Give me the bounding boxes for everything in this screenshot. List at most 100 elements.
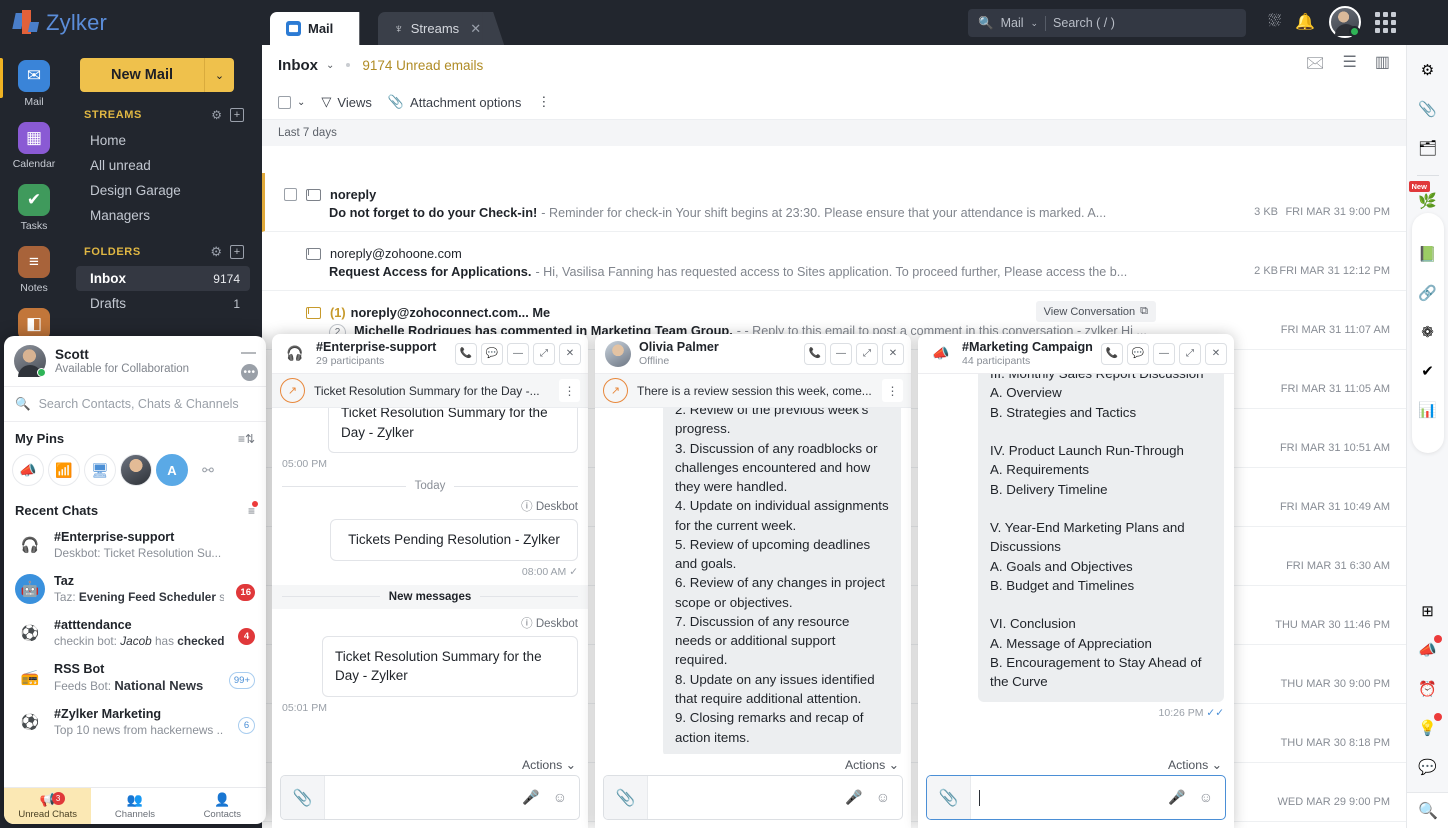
letter-a-pin-icon[interactable]: A [156, 454, 188, 486]
grid-view-icon[interactable]: ▥ [1375, 52, 1390, 79]
checkmark-icon[interactable]: ✔ [1413, 356, 1443, 386]
alarm-icon[interactable]: ⏰ [1413, 674, 1443, 704]
row-checkbox[interactable] [284, 188, 297, 201]
view-conversation-button[interactable]: View Conversation ⧉ [1036, 301, 1156, 322]
flower-icon[interactable]: ❁ [1413, 317, 1443, 347]
person-pin-icon[interactable] [120, 454, 152, 486]
tab-unread-chats[interactable]: 📢 3 Unread Chats [4, 788, 91, 824]
avatar[interactable] [1329, 6, 1361, 38]
message-bubble[interactable]: 2. Review of the previous week's progres… [663, 408, 901, 754]
microphone-icon[interactable]: 🎤 [522, 789, 539, 806]
minimize-icon[interactable]: — [241, 344, 256, 361]
list-item[interactable]: ⚽ #Zylker Marketing Top 10 news from hac… [4, 700, 266, 744]
message-composer[interactable]: 📎 🎤 ☺ [280, 775, 580, 820]
message-icon[interactable]: 💬 [481, 343, 503, 365]
minimize-icon[interactable]: — [507, 343, 529, 365]
filter-chats-icon[interactable]: ≡ [248, 504, 255, 518]
sidebar-item-drafts[interactable]: Drafts 1 [76, 291, 250, 316]
add-note-icon[interactable]: ⊞ [1413, 596, 1443, 626]
attach-icon[interactable]: 📎 [927, 776, 971, 819]
rail-item-notes[interactable]: ≡ Notes [18, 246, 50, 294]
megaphone-pin-icon[interactable]: 📣 [12, 454, 44, 486]
tab-channels[interactable]: 👥 Channels [91, 788, 178, 824]
more-options-icon[interactable]: ⋮ [882, 379, 903, 402]
search-input[interactable]: Search ( / ) [1053, 16, 1115, 30]
attach-icon[interactable]: 📎 [604, 776, 648, 819]
desk-pin-icon[interactable]: 🖥 [84, 454, 116, 486]
emoji-icon[interactable]: ☺ [876, 789, 890, 806]
actions-button[interactable]: Actions ⌄ [918, 754, 1234, 775]
sidebar-item-managers[interactable]: Managers [76, 203, 250, 228]
table-row[interactable]: noreply Do not forget to do your Check-i… [262, 173, 1406, 232]
sidebar-item-home[interactable]: Home [76, 128, 250, 153]
lamp-icon[interactable]: 💡 [1413, 713, 1443, 743]
chat-user-status[interactable]: Available for Collaboration [55, 363, 189, 375]
rail-item-tasks[interactable]: ✔ Tasks [18, 184, 50, 232]
envelope-view-icon[interactable]: 🖂 [1306, 52, 1325, 79]
pinned-message-bar[interactable]: ↗ Ticket Resolution Summary for the Day … [272, 374, 588, 408]
link-icon[interactable]: 🔗 [1413, 278, 1443, 308]
brand-logo[interactable]: Zylker [14, 10, 107, 36]
tab-mail[interactable]: Mail [270, 12, 359, 45]
call-icon[interactable]: 📞 [804, 343, 826, 365]
chat-search[interactable]: 🔍 Search Contacts, Chats & Channels [4, 387, 266, 422]
analytics-icon[interactable]: 📊 [1413, 395, 1443, 425]
close-icon[interactable]: ✕ [1205, 343, 1227, 365]
microphone-icon[interactable]: 🎤 [1168, 789, 1185, 806]
expand-icon[interactable]: ⤢ [856, 343, 878, 365]
views-button[interactable]: ▽Views [321, 94, 371, 110]
chart-pin-icon[interactable]: 📶 [48, 454, 80, 486]
expand-icon[interactable]: ⤢ [1179, 343, 1201, 365]
tab-contacts[interactable]: 👤 Contacts [179, 788, 266, 824]
message-bubble[interactable]: Tickets Pending Resolution - Zylker [330, 519, 578, 561]
message-bubble[interactable]: III. Monthly Sales Report Discussion A. … [978, 374, 1224, 702]
leaf-new-icon[interactable]: 🌿New [1413, 186, 1443, 216]
message-bubble[interactable]: Ticket Resolution Summary for the Day - … [322, 636, 578, 697]
cloud-offline-icon[interactable]: ⛆ [1268, 13, 1281, 31]
more-options-icon[interactable]: ⋮ [537, 94, 550, 110]
table-row[interactable]: noreply@zohoone.com Request Access for A… [262, 232, 1406, 291]
folder-settings-icon[interactable]: ⚙ [210, 244, 222, 260]
sidebar-item-all-unread[interactable]: All unread [76, 153, 250, 178]
actions-button[interactable]: Actions ⌄ [595, 754, 911, 775]
avatar[interactable] [14, 345, 46, 377]
minimize-icon[interactable]: — [830, 343, 852, 365]
list-view-icon[interactable]: ☰ [1343, 52, 1357, 79]
wallet-icon[interactable]: 🗂 [1413, 133, 1443, 163]
org-pin-icon[interactable]: ⚯ [192, 454, 224, 486]
message-input[interactable] [971, 776, 1168, 819]
pinned-message-bar[interactable]: ↗ There is a review session this week, c… [595, 374, 911, 408]
message-bubble[interactable]: Ticket Resolution Summary for the Day - … [328, 408, 578, 453]
chat-icon[interactable]: 💬 [1413, 752, 1443, 782]
close-icon[interactable]: ✕ [470, 21, 481, 37]
rail-search-icon[interactable]: 🔍 [1407, 792, 1448, 828]
chat-search-input[interactable]: Search Contacts, Chats & Channels [39, 397, 239, 411]
bookmark-icon[interactable]: 📗 [1413, 239, 1443, 269]
minimize-icon[interactable]: — [1153, 343, 1175, 365]
message-icon[interactable]: 💬 [1127, 343, 1149, 365]
close-icon[interactable]: ✕ [882, 343, 904, 365]
global-search[interactable]: 🔍 Mail ⌄ Search ( / ) [968, 9, 1246, 37]
select-all-checkbox[interactable]: ⌄ [278, 96, 305, 109]
bell-icon[interactable]: 🔔 [1295, 12, 1315, 32]
stream-settings-icon[interactable]: ⚙ [211, 108, 222, 122]
close-icon[interactable]: ✕ [559, 343, 581, 365]
more-options-icon[interactable]: ••• [241, 364, 258, 381]
microphone-icon[interactable]: 🎤 [845, 789, 862, 806]
list-item[interactable]: 📻 RSS Bot Feeds Bot: National News 99+ [4, 655, 266, 700]
tab-streams[interactable]: ♆ Streams ✕ [378, 12, 493, 45]
list-item[interactable]: ⚽ #atttendance checkin bot: Jacob has ch… [4, 611, 266, 655]
new-mail-button[interactable]: New Mail [80, 58, 204, 92]
attachment-options-button[interactable]: 📎Attachment options [388, 94, 521, 110]
chevron-down-icon[interactable]: ⌄ [1031, 18, 1039, 29]
list-item[interactable]: 🤖 Taz Taz: Evening Feed Scheduler s... 1… [4, 567, 266, 611]
sidebar-item-inbox[interactable]: Inbox 9174 [76, 266, 250, 291]
apps-grid-icon[interactable] [1375, 12, 1396, 33]
new-mail-dropdown-icon[interactable]: ⌄ [204, 58, 234, 92]
message-composer[interactable]: 📎 🎤 ☺ [926, 775, 1226, 820]
more-options-icon[interactable]: ⋮ [559, 379, 580, 402]
add-folder-icon[interactable]: + [230, 245, 244, 259]
call-icon[interactable]: 📞 [455, 343, 477, 365]
expand-icon[interactable]: ⤢ [533, 343, 555, 365]
emoji-icon[interactable]: ☺ [553, 789, 567, 806]
